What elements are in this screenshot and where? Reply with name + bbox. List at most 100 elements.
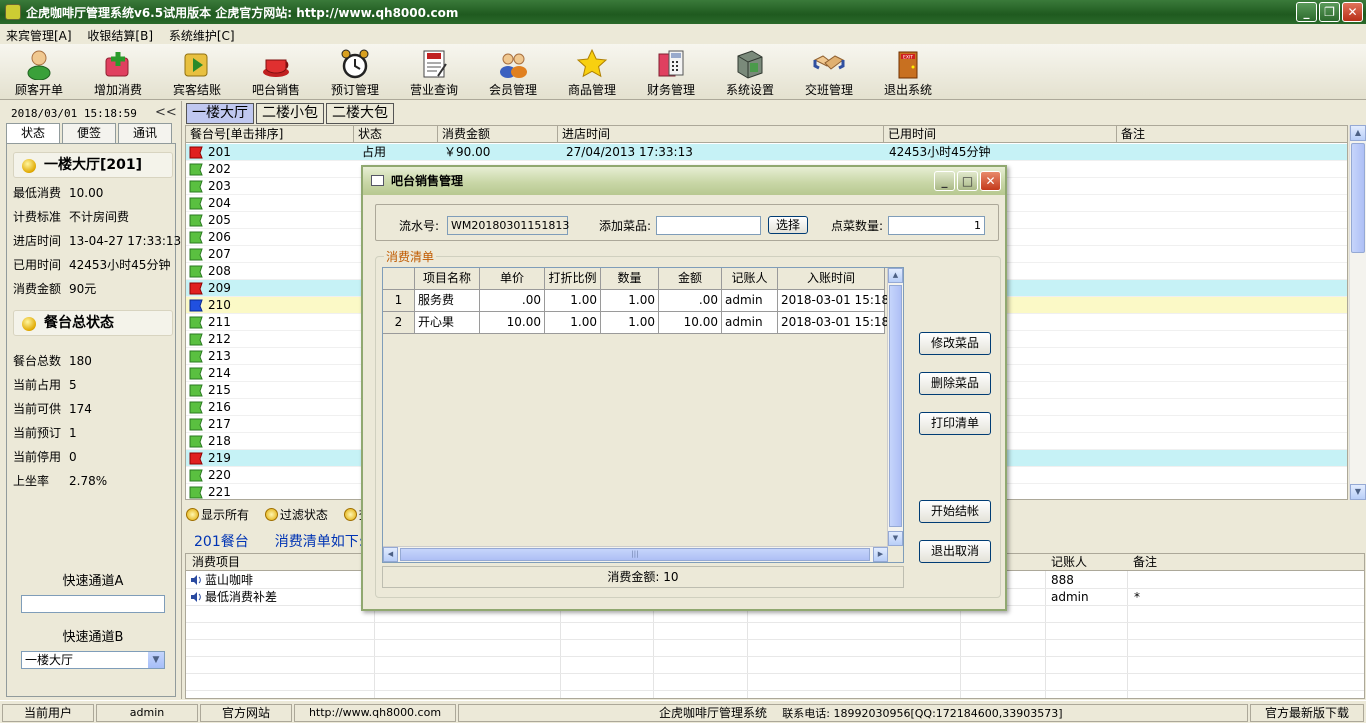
consumption-cell-qty[interactable]: 1.00	[601, 312, 659, 334]
dialog-maximize-button[interactable]: □	[957, 171, 978, 191]
collapse-panel-button[interactable]: <<	[155, 105, 177, 120]
col-table-no[interactable]: 餐台号[单击排序]	[186, 126, 354, 143]
col-item-name[interactable]: 项目名称	[415, 268, 480, 290]
window-icon	[371, 175, 384, 186]
summary-reserved: 当前预订 1	[13, 426, 77, 440]
summary-header: 餐台总状态	[13, 310, 173, 336]
consumption-cell-name[interactable]: 服务费	[415, 290, 480, 312]
toolbar-open-order-button[interactable]: 顾客开单	[0, 46, 78, 98]
filter-status-button[interactable]: 过滤状态	[264, 506, 328, 523]
table-grid-scrollbar[interactable]: ▲ ▼	[1349, 125, 1366, 500]
col-used-time[interactable]: 已用时间	[884, 126, 1117, 143]
add-dish-input[interactable]	[656, 216, 761, 235]
consumption-cell-amt[interactable]: .00	[659, 290, 722, 312]
start-checkout-button[interactable]: 开始结帐	[919, 500, 991, 523]
tab-notes[interactable]: 便签	[62, 123, 116, 143]
dialog-close-button[interactable]: ✕	[980, 171, 1001, 191]
show-all-button[interactable]: 显示所有	[186, 506, 249, 523]
toolbar-members-button[interactable]: 会员管理	[474, 46, 552, 98]
alarm-clock-icon	[341, 49, 369, 79]
consumption-cell-name[interactable]: 开心果	[415, 312, 480, 334]
tab-floor2-small[interactable]: 二楼小包	[256, 103, 324, 124]
info-min-charge: 最低消费 10.00	[13, 186, 104, 200]
scroll-thumb[interactable]	[1351, 143, 1365, 253]
col-bill-note[interactable]: 备注	[1127, 554, 1157, 571]
green-flag-icon	[189, 435, 203, 448]
quick-b-select[interactable]: 一楼大厅 ▼	[21, 651, 165, 669]
col-qty[interactable]: 数量	[601, 268, 659, 290]
scroll-down-icon[interactable]: ▼	[888, 531, 903, 546]
close-button[interactable]: ✕	[1342, 2, 1363, 22]
green-flag-icon	[189, 486, 203, 499]
col-note[interactable]: 备注	[1117, 126, 1347, 143]
status-site-link[interactable]: http://www.qh8000.com	[294, 704, 456, 722]
consumption-grid-vscroll[interactable]: ▲ ▼	[887, 268, 903, 546]
col-status[interactable]: 状态	[354, 126, 438, 143]
scroll-up-icon[interactable]: ▲	[1350, 125, 1366, 141]
choose-button[interactable]: 选择	[768, 216, 808, 234]
col-time[interactable]: 入账时间	[778, 268, 885, 290]
summary-available: 当前可供 174	[13, 402, 92, 416]
scroll-thumb[interactable]	[889, 285, 902, 527]
dialog-minimize-button[interactable]: _	[934, 171, 955, 191]
consumption-cell-price[interactable]: 10.00	[480, 312, 545, 334]
consumption-cell-clerk[interactable]: admin	[722, 312, 778, 334]
tab-floor2-large[interactable]: 二楼大包	[326, 103, 394, 124]
toolbar-settings-button[interactable]: 系统设置	[711, 46, 789, 98]
toolbar-goods-button[interactable]: 商品管理	[553, 46, 631, 98]
toolbar-add-consumption-button[interactable]: 增加消费	[79, 46, 157, 98]
scroll-thumb[interactable]: |||	[400, 548, 870, 561]
table-row[interactable]: 201 占用 ￥90.00 27/04/2013 17:33:13 42453小时45分…	[186, 144, 1347, 161]
consumption-cell-qty[interactable]: 1.00	[601, 290, 659, 312]
tab-floor1-hall[interactable]: 一楼大厅	[186, 103, 254, 124]
exit-cancel-button[interactable]: 退出取消	[919, 540, 991, 563]
scroll-right-icon[interactable]: ▶	[873, 547, 888, 562]
maximize-button[interactable]: ❐	[1319, 2, 1340, 22]
tab-status[interactable]: 状态	[6, 123, 60, 144]
scroll-left-icon[interactable]: ◀	[383, 547, 398, 562]
col-bill-clerk[interactable]: 记账人	[1045, 554, 1087, 571]
edit-dish-button[interactable]: 修改菜品	[919, 332, 991, 355]
consumption-cell-amt[interactable]: 10.00	[659, 312, 722, 334]
consumption-cell-time[interactable]: 2018-03-01 15:18:55	[778, 312, 903, 334]
tab-contacts[interactable]: 通讯	[118, 123, 172, 143]
consumption-cell-disc[interactable]: 1.00	[545, 312, 601, 334]
col-clerk[interactable]: 记账人	[722, 268, 778, 290]
toolbar-exit-button[interactable]: EXIT 退出系统	[869, 46, 947, 98]
consumption-cell-clerk[interactable]: admin	[722, 290, 778, 312]
consumption-cell-time[interactable]: 2018-03-01 15:18:54	[778, 290, 903, 312]
consumption-cell-n[interactable]: 2	[383, 312, 415, 334]
toolbar-shift-button[interactable]: 交班管理	[790, 46, 868, 98]
toolbar-reservation-button[interactable]: 预订管理	[316, 46, 394, 98]
speaker-icon	[191, 575, 201, 585]
consumption-cell-disc[interactable]: 1.00	[545, 290, 601, 312]
menu-bar: 来宾管理[A] 收银结算[B] 系统维护[C]	[0, 24, 1366, 44]
qty-input[interactable]: 1	[888, 216, 985, 235]
consumption-cell-n[interactable]: 1	[383, 290, 415, 312]
current-datetime: 2018/03/01 15:18:59	[11, 107, 137, 120]
toolbar-checkout-button[interactable]: 宾客结账	[158, 46, 236, 98]
delete-dish-button[interactable]: 删除菜品	[919, 372, 991, 395]
print-list-button[interactable]: 打印清单	[919, 412, 991, 435]
col-price[interactable]: 单价	[480, 268, 545, 290]
col-amount[interactable]: 金额	[659, 268, 722, 290]
toolbar-bar-sales-button[interactable]: 吧台销售	[237, 46, 315, 98]
toolbar-business-query-button[interactable]: 营业查询	[395, 46, 473, 98]
col-amount[interactable]: 消费金额	[438, 126, 558, 143]
consumption-grid-hscroll[interactable]: ◀ ||| ▶	[383, 546, 888, 562]
quick-a-input[interactable]	[21, 595, 165, 613]
minimize-button[interactable]: _	[1296, 2, 1317, 22]
col-discount[interactable]: 打折比例	[545, 268, 601, 290]
toolbar-finance-button[interactable]: 财务管理	[632, 46, 710, 98]
star-icon	[576, 48, 608, 78]
scroll-down-icon[interactable]: ▼	[1350, 484, 1366, 500]
add-consumption-icon	[105, 52, 129, 77]
dialog-title: 吧台销售管理	[391, 174, 464, 188]
status-download-link[interactable]: 官方最新版下载	[1250, 704, 1364, 722]
green-flag-icon	[189, 197, 203, 210]
col-bill-item[interactable]: 消费项目	[186, 554, 240, 571]
scroll-up-icon[interactable]: ▲	[888, 268, 903, 283]
customer-icon	[27, 50, 51, 80]
consumption-cell-price[interactable]: .00	[480, 290, 545, 312]
col-checkin[interactable]: 进店时间	[558, 126, 884, 143]
